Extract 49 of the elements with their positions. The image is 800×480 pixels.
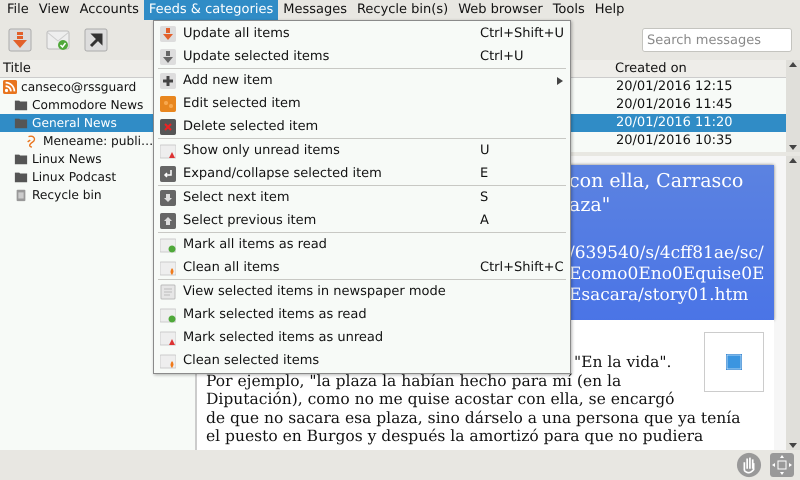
delete-icon [160,118,176,134]
envelope-warning-icon [160,330,176,346]
menu-item[interactable]: Show only unread items U [154,139,570,162]
enter-icon [160,166,176,182]
scrollbar[interactable] [786,60,800,152]
menu-item[interactable]: Update all items Ctrl+Shift+U [154,22,570,45]
edit-icon [160,96,176,112]
folder-icon [14,98,28,112]
menu-item[interactable]: Recycle bin(s) [352,0,454,20]
download-icon [160,48,176,64]
newspaper-icon [160,284,176,300]
envelope-check-icon [160,306,176,322]
menu-item[interactable]: Edit selected item [154,92,570,115]
submenu-arrow-icon [556,76,564,84]
envelope-check-icon [160,236,176,252]
column-header[interactable]: Created on [615,61,687,76]
download-icon [8,28,32,52]
menu-item[interactable]: Help [590,0,630,20]
menu-item[interactable]: Mark selected items as unread [154,326,570,349]
search-field[interactable]: Search messages [642,28,792,52]
menu-item[interactable]: Feeds & categories [144,0,278,20]
table-cell: 20/01/2016 11:20 [616,115,733,130]
menu-item[interactable]: Clean selected items [154,349,570,372]
envelope-flame-icon [160,260,176,276]
hand-icon [736,452,762,478]
menu-item[interactable]: File [2,0,34,20]
article-text: "En la vida". [574,353,672,372]
envelope-warning-icon [160,142,176,158]
article-text: Por ejemplo, "la plaza la habían hecho para mí (en la Diputación), como no me quise acostar con ella, se encargó de que no sacara esa plaza, sino dárselo a una persona que ya tenía el puesto en Burgos y después la amortizó para que no pudiera [206,372,740,446]
scroll-down-icon[interactable] [788,442,798,450]
menu-item[interactable]: View [34,0,75,20]
menu-item[interactable]: Accounts [74,0,144,20]
scroll-up-icon[interactable] [788,156,798,164]
toolbar-button[interactable] [84,28,108,52]
plus-icon [160,72,176,88]
folder-icon [14,116,28,130]
download-icon [160,26,176,42]
menu-item[interactable]: Web browser [453,0,548,20]
envelope-flame-icon [160,352,176,368]
envelope-check-icon [46,28,70,52]
menu-item[interactable]: Messages [278,0,352,20]
menu-item[interactable]: Tools [548,0,590,20]
scroll-down-icon[interactable] [788,144,798,152]
scroll-up-icon[interactable] [788,60,798,68]
rss-icon [3,80,17,94]
folder-icon [14,152,28,166]
move-icon [770,453,794,477]
scrollbar[interactable] [786,156,800,450]
folder-icon [14,170,28,184]
